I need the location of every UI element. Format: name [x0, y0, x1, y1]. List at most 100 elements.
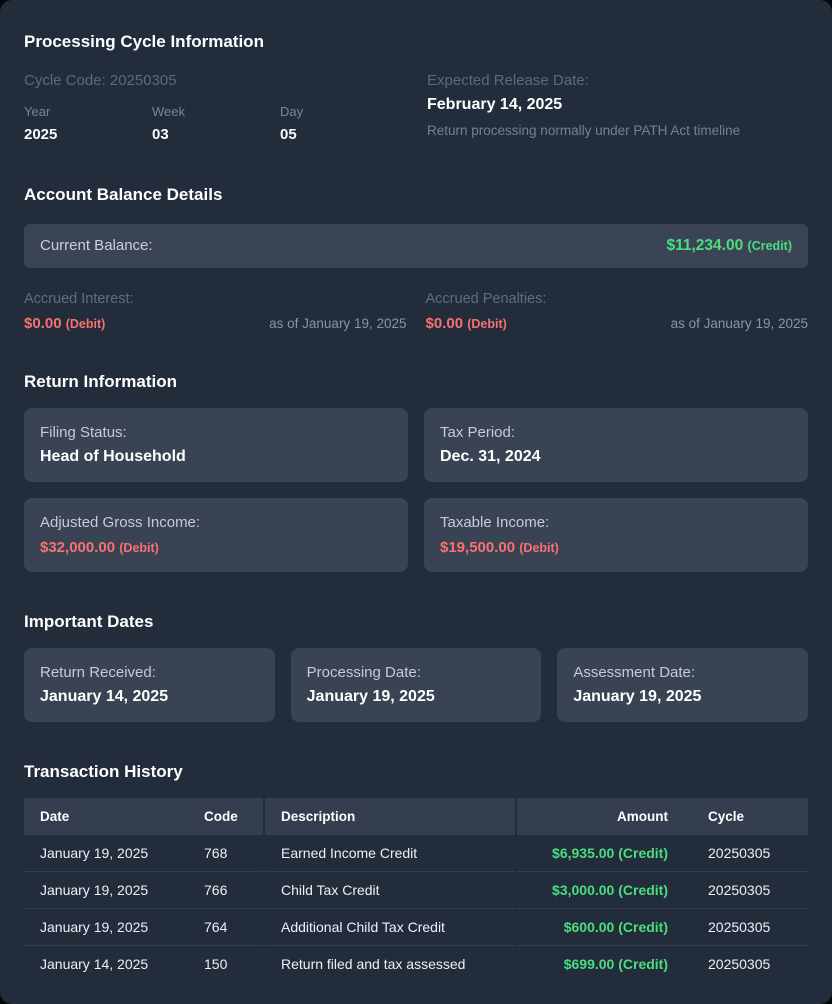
table-row: January 19, 2025 764 Additional Child Ta… — [24, 908, 808, 946]
tx-amount: $699.00 (Credit) — [515, 945, 676, 982]
amount-value: $600.00 — [563, 919, 615, 935]
transaction-history-section: Transaction History Date Code Descriptio… — [24, 760, 808, 982]
tx-code: 764 — [196, 908, 264, 946]
cycle-code-block: Cycle Code: 20250305 Year 2025 Week 03 D… — [24, 71, 408, 145]
tx-cycle: 20250305 — [676, 908, 808, 946]
cycle-field-value: 2025 — [24, 126, 58, 143]
cycle-field-value: 03 — [152, 126, 169, 143]
amount-value: $0.00 — [24, 315, 62, 332]
processing-date-card: Processing Date: January 19, 2025 — [290, 648, 542, 722]
accrued-interest-amount: $0.00 (Debit) — [24, 315, 105, 332]
filing-status-card: Filing Status: Head of Household — [24, 408, 408, 482]
accrued-penalties-asof: as of January 19, 2025 — [670, 316, 808, 331]
filing-status-label: Filing Status: — [40, 424, 127, 441]
important-dates-section: Important Dates Return Received: January… — [24, 610, 808, 722]
agi-card: Adjusted Gross Income: $32,000.00 (Debit… — [24, 498, 408, 572]
assessment-date-label: Assessment Date: — [573, 664, 696, 681]
debit-tag: (Debit) — [467, 317, 507, 331]
tax-period-card: Tax Period: Dec. 31, 2024 — [424, 408, 808, 482]
tax-period-label: Tax Period: — [440, 424, 516, 441]
tx-description: Return filed and tax assessed — [263, 945, 516, 982]
column-header-description: Description — [263, 798, 516, 835]
amount-value: $699.00 — [563, 956, 615, 972]
column-header-cycle: Cycle — [676, 798, 808, 835]
debit-tag: (Debit) — [519, 541, 559, 555]
accrued-penalties-amount: $0.00 (Debit) — [426, 315, 507, 332]
tx-date: January 19, 2025 — [24, 835, 196, 872]
credit-tag: (Credit) — [618, 845, 668, 861]
tx-cycle: 20250305 — [676, 835, 808, 872]
processing-date-label: Processing Date: — [306, 664, 421, 681]
tx-amount: $3,000.00 (Credit) — [515, 871, 676, 909]
debit-tag: (Debit) — [119, 541, 159, 555]
agi-amount: $32,000.00 (Debit) — [40, 537, 392, 559]
accrued-penalties-block: Accrued Penalties: $0.00 (Debit) as of J… — [426, 290, 809, 332]
tx-code: 768 — [196, 835, 264, 872]
table-row: January 19, 2025 768 Earned Income Credi… — [24, 835, 808, 872]
cycle-field-value: 05 — [280, 126, 297, 143]
tax-period-value: Dec. 31, 2024 — [440, 448, 541, 465]
accrued-interest-label: Accrued Interest: — [24, 291, 134, 307]
tx-description: Earned Income Credit — [263, 835, 516, 872]
table-row: January 19, 2025 766 Child Tax Credit $3… — [24, 871, 808, 909]
table-header-row: Date Code Description Amount Cycle — [24, 798, 808, 835]
credit-tag: (Credit) — [747, 239, 792, 253]
credit-tag: (Credit) — [618, 882, 668, 898]
transaction-history-title: Transaction History — [24, 762, 183, 781]
debit-tag: (Debit) — [65, 317, 106, 331]
current-balance-row: Current Balance: $11,234.00 (Credit) — [24, 224, 808, 268]
cycle-code: Cycle Code: 20250305 — [24, 72, 177, 89]
transcript-panel: Processing Cycle Information Cycle Code:… — [0, 0, 832, 1004]
tx-description: Additional Child Tax Credit — [263, 908, 516, 946]
cycle-field-label: Year — [24, 104, 51, 119]
account-balance-title: Account Balance Details — [24, 185, 223, 204]
taxable-income-label: Taxable Income: — [440, 514, 550, 531]
amount-value: $3,000.00 — [552, 882, 615, 898]
column-header-amount: Amount — [515, 798, 676, 835]
release-date-value: February 14, 2025 — [427, 96, 563, 113]
accrued-penalties-label: Accrued Penalties: — [425, 291, 547, 307]
current-balance-amount: $11,234.00 (Credit) — [667, 237, 793, 255]
amount-value: $19,500.00 — [440, 539, 516, 556]
release-date-label: Expected Release Date: — [427, 72, 589, 89]
return-information-section: Return Information Filing Status: Head o… — [24, 370, 808, 572]
credit-tag: (Credit) — [618, 919, 668, 935]
tx-cycle: 20250305 — [708, 956, 771, 972]
return-information-title: Return Information — [24, 372, 177, 391]
return-received-card: Return Received: January 14, 2025 — [24, 648, 275, 722]
table-row: January 14, 2025 150 Return filed and ta… — [24, 945, 808, 982]
cycle-field-year: Year 2025 — [24, 103, 152, 145]
cycle-field-label: Week — [152, 104, 185, 119]
release-date-note: Return processing normally under PATH Ac… — [427, 123, 741, 138]
filing-status-value: Head of Household — [40, 448, 186, 465]
current-balance-label: Current Balance: — [40, 237, 153, 254]
tx-description: Child Tax Credit — [263, 871, 516, 909]
processing-cycle-section: Processing Cycle Information Cycle Code:… — [24, 30, 808, 145]
assessment-date-value: January 19, 2025 — [573, 688, 702, 705]
taxable-income-amount: $19,500.00 (Debit) — [440, 537, 792, 559]
tx-cycle: 20250305 — [676, 871, 808, 909]
column-header-code: Code — [196, 798, 264, 835]
assessment-date-card: Assessment Date: January 19, 2025 — [557, 648, 808, 722]
cycle-field-week: Week 03 — [152, 103, 280, 145]
amount-value: $11,234.00 — [666, 237, 744, 254]
tx-amount: $6,935.00 (Credit) — [515, 835, 676, 872]
amount-value: $0.00 — [425, 315, 464, 332]
cycle-field-day: Day 05 — [280, 103, 408, 145]
return-received-label: Return Received: — [40, 664, 156, 681]
processing-date-value: January 19, 2025 — [306, 688, 435, 705]
agi-label: Adjusted Gross Income: — [40, 514, 201, 531]
amount-value: $32,000.00 — [40, 539, 116, 556]
tx-date: January 14, 2025 — [40, 956, 149, 972]
credit-tag: (Credit) — [618, 956, 668, 972]
cycle-field-label: Day — [280, 104, 304, 119]
tx-code: 766 — [196, 871, 264, 909]
amount-value: $6,935.00 — [552, 845, 615, 861]
important-dates-title: Important Dates — [24, 612, 154, 631]
return-received-value: January 14, 2025 — [40, 688, 169, 705]
taxable-income-card: Taxable Income: $19,500.00 (Debit) — [424, 498, 808, 572]
accrued-interest-block: Accrued Interest: $0.00 (Debit) as of Ja… — [24, 290, 407, 332]
tx-date: January 19, 2025 — [24, 871, 196, 909]
release-date-block: Expected Release Date: February 14, 2025… — [427, 71, 808, 145]
tx-amount: $600.00 (Credit) — [515, 908, 676, 946]
